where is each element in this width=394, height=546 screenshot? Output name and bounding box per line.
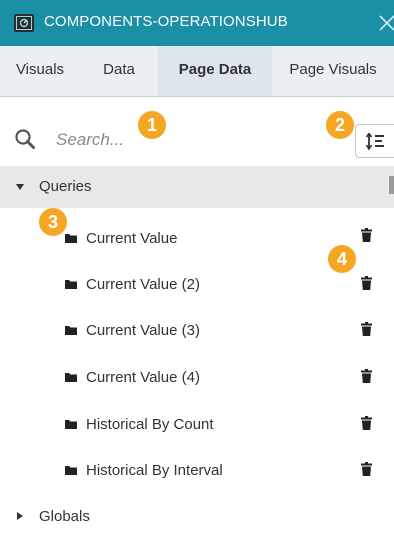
list-item[interactable]: Historical By Interval <box>0 447 394 493</box>
trash-icon[interactable] <box>361 322 372 336</box>
callout-badge: 1 <box>138 111 166 139</box>
tree-group-globals[interactable]: Globals <box>0 496 394 538</box>
search-icon <box>14 128 36 155</box>
tab-page-data[interactable]: Page Data <box>158 46 272 96</box>
group-label: Queries <box>39 178 92 195</box>
tab-visuals[interactable]: Visuals <box>0 46 80 96</box>
scrollbar-thumb[interactable] <box>389 176 394 194</box>
trash-icon[interactable] <box>361 276 372 290</box>
sort-button[interactable] <box>355 124 394 158</box>
tab-bar: Visuals Data Page Data Page Visuals <box>0 46 394 96</box>
query-label: Historical By Count <box>86 416 214 433</box>
dashboard-app-icon <box>14 14 34 32</box>
trash-icon[interactable] <box>361 228 372 242</box>
caret-right-icon[interactable] <box>15 511 25 521</box>
query-label: Current Value (3) <box>86 322 200 339</box>
tree-group-queries[interactable]: Queries <box>0 166 394 208</box>
callout-badge: 2 <box>326 111 354 139</box>
close-icon[interactable] <box>376 8 394 38</box>
trash-icon[interactable] <box>361 369 372 383</box>
folder-icon <box>65 373 77 382</box>
list-item[interactable]: Historical By Count <box>0 401 394 447</box>
title-bar: COMPONENTS-OPERATIONSHUB <box>0 0 394 46</box>
tab-data[interactable]: Data <box>80 46 158 96</box>
query-label: Current Value (2) <box>86 276 200 293</box>
list-item[interactable]: Current Value (4) <box>0 354 394 400</box>
trash-icon[interactable] <box>361 416 372 430</box>
sort-order-icon <box>366 133 384 151</box>
callout-badge: 4 <box>328 245 356 273</box>
query-label: Current Value (4) <box>86 369 200 386</box>
query-label: Current Value <box>86 230 178 247</box>
trash-icon[interactable] <box>361 462 372 476</box>
callout-badge: 3 <box>39 208 67 236</box>
folder-icon <box>65 326 77 335</box>
caret-down-icon[interactable] <box>15 182 25 192</box>
tab-divider <box>0 96 394 97</box>
tab-page-visuals[interactable]: Page Visuals <box>272 46 394 96</box>
group-label: Globals <box>39 508 90 525</box>
folder-icon <box>65 466 77 475</box>
query-label: Historical By Interval <box>86 462 223 479</box>
folder-icon <box>65 420 77 429</box>
folder-icon <box>65 234 77 243</box>
list-item[interactable]: Current Value (3) <box>0 307 394 353</box>
folder-icon <box>65 280 77 289</box>
window-title: COMPONENTS-OPERATIONSHUB <box>44 13 288 30</box>
